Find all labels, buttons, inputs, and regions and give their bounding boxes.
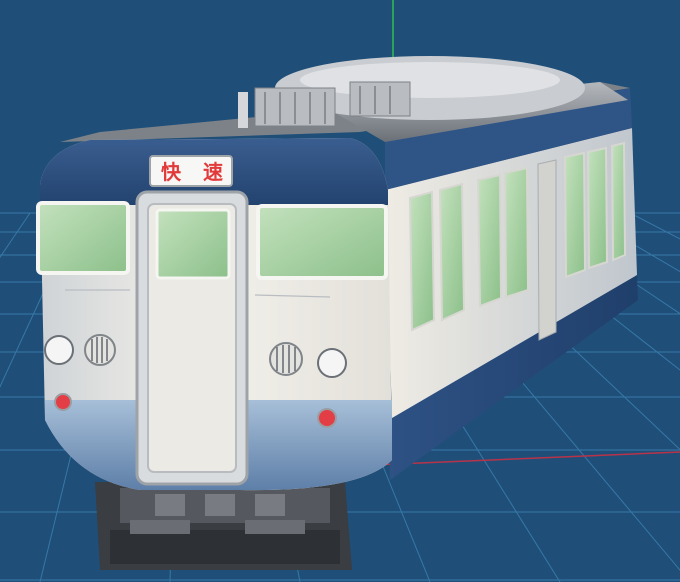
destination-sign-char-1: 快 <box>161 160 182 184</box>
front-window-left <box>36 201 130 275</box>
horn-vent-icon <box>269 342 303 376</box>
headlight-icon <box>44 335 74 365</box>
headlight-icon <box>317 348 347 378</box>
roof-horn <box>238 92 248 128</box>
scene-canvas: 快 速 <box>0 0 680 582</box>
3d-viewport[interactable]: 快 速 <box>0 0 680 582</box>
front-door <box>135 190 249 486</box>
destination-sign: 快 速 <box>149 155 233 187</box>
horn-vent-icon <box>84 334 116 366</box>
front-window-right <box>256 204 388 280</box>
door-window <box>155 208 231 280</box>
bogie <box>95 482 352 570</box>
destination-sign-char-2: 速 <box>203 160 223 184</box>
taillight-icon <box>54 393 72 411</box>
taillight-icon <box>317 408 337 428</box>
